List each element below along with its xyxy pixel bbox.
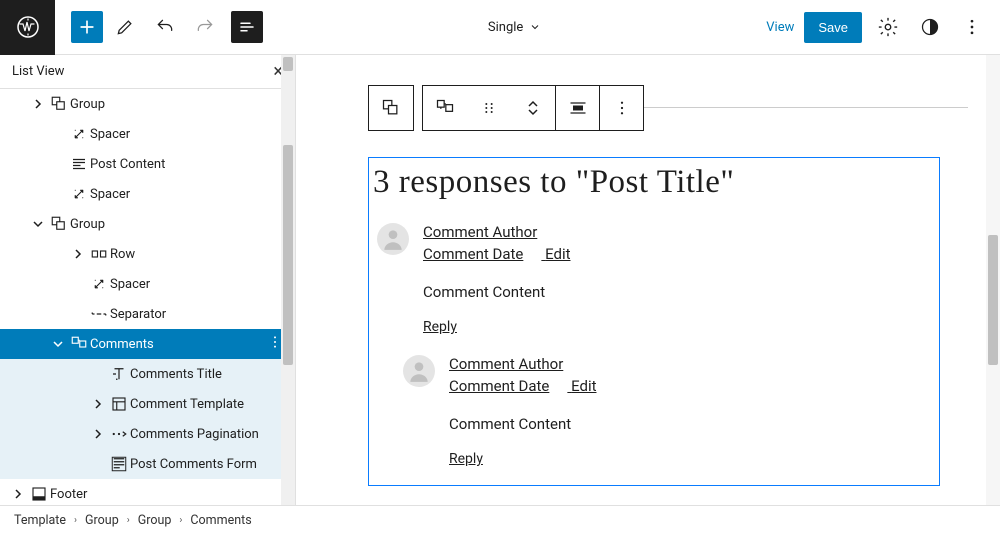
breadcrumb-item[interactable]: Group <box>85 513 119 528</box>
styles-icon[interactable] <box>914 9 946 45</box>
drag-handle-icon[interactable] <box>467 86 511 130</box>
view-link[interactable]: View <box>766 20 794 35</box>
comment-date[interactable]: Comment Date <box>449 377 549 395</box>
list-item-label: Post Content <box>90 157 287 172</box>
block-type-icon[interactable] <box>423 86 467 130</box>
parent-block-icon[interactable] <box>369 86 413 130</box>
spacer-icon <box>68 185 90 203</box>
settings-icon[interactable] <box>872 9 904 45</box>
chevron-right-icon[interactable] <box>8 489 28 499</box>
list-item-label: Comment Template <box>130 397 287 412</box>
breadcrumb-item[interactable]: Template <box>14 513 66 528</box>
list-item-label: Group <box>70 217 287 232</box>
list-item-separator[interactable]: Separator <box>0 299 295 329</box>
save-button[interactable]: Save <box>804 12 862 43</box>
list-view-scrollbar[interactable] <box>281 55 295 505</box>
separator-icon <box>88 305 110 323</box>
group-icon <box>48 95 70 113</box>
block-more-icon[interactable] <box>599 86 643 130</box>
comment-content: Comment Content <box>423 283 589 301</box>
comment-item: Comment Author Comment Date Edit Comment… <box>369 343 939 475</box>
comment-author[interactable]: Comment Author <box>423 223 537 241</box>
postcontent-icon <box>68 155 90 173</box>
list-item-label: Footer <box>50 487 287 502</box>
list-item-label: Row <box>110 247 287 262</box>
list-item-group[interactable]: Group <box>0 209 295 239</box>
list-item-spacer[interactable]: Spacer <box>0 269 295 299</box>
chevron-right-icon[interactable] <box>28 99 48 109</box>
undo-icon[interactable] <box>147 9 183 45</box>
chevron-right-icon[interactable] <box>68 249 88 259</box>
spacer-icon <box>88 275 110 293</box>
list-view-panel: List View × GroupSpacerPost ContentSpace… <box>0 55 296 505</box>
align-icon[interactable] <box>555 86 599 130</box>
add-block-button[interactable] <box>71 11 103 43</box>
footer-icon <box>28 485 50 503</box>
breadcrumb-item[interactable]: Group <box>138 513 172 528</box>
list-item-label: Spacer <box>90 187 287 202</box>
list-item-comment-template[interactable]: Comment Template <box>0 389 295 419</box>
comments-block[interactable]: 3 responses to "Post Title" Comment Auth… <box>368 157 940 486</box>
comments-title[interactable]: 3 responses to "Post Title" <box>369 158 939 211</box>
comment-reply-link[interactable]: Reply <box>423 319 589 335</box>
template-icon <box>108 395 130 413</box>
chevron-down-icon <box>529 21 541 33</box>
more-options-icon[interactable] <box>956 9 988 45</box>
list-item-spacer[interactable]: Spacer <box>0 119 295 149</box>
list-item-label: Comments <box>90 337 263 352</box>
wordpress-logo[interactable] <box>0 0 55 55</box>
edit-icon[interactable] <box>107 9 143 45</box>
comment-edit-link[interactable]: Edit <box>571 377 596 395</box>
comment-date[interactable]: Comment Date <box>423 245 523 263</box>
form-icon <box>108 455 130 473</box>
avatar-icon <box>403 355 435 387</box>
spacer-icon <box>68 125 90 143</box>
list-item-label: Spacer <box>110 277 287 292</box>
commentstitle-icon <box>108 365 130 383</box>
chevron-right-icon[interactable] <box>88 429 108 439</box>
list-item-comments-pagination[interactable]: Comments Pagination <box>0 419 295 449</box>
group-icon <box>48 215 70 233</box>
avatar-icon <box>377 223 409 255</box>
list-item-label: Group <box>70 97 287 112</box>
list-item-comments-title[interactable]: Comments Title <box>0 359 295 389</box>
template-name: Single <box>488 20 523 35</box>
chevron-right-icon: › <box>74 515 77 526</box>
list-item-comments[interactable]: Comments <box>0 329 295 359</box>
redo-icon[interactable] <box>187 9 223 45</box>
comments-icon <box>68 335 90 353</box>
row-icon <box>88 245 110 263</box>
breadcrumb-item[interactable]: Comments <box>190 513 251 528</box>
canvas-scrollbar[interactable] <box>986 55 1000 505</box>
list-item-group[interactable]: Group <box>0 89 295 119</box>
list-item-footer[interactable]: Footer <box>0 479 295 505</box>
move-up-down-icon[interactable] <box>511 86 555 130</box>
list-item-spacer[interactable]: Spacer <box>0 179 295 209</box>
template-selector[interactable]: Single <box>263 20 766 35</box>
list-item-post-content[interactable]: Post Content <box>0 149 295 179</box>
chevron-down-icon[interactable] <box>48 339 68 349</box>
pagination-icon <box>108 425 130 443</box>
breadcrumb: Template › Group › Group › Comments <box>0 505 1000 535</box>
list-view-title: List View <box>12 64 64 79</box>
comment-author[interactable]: Comment Author <box>449 355 563 373</box>
list-item-row[interactable]: Row <box>0 239 295 269</box>
list-item-label: Comments Pagination <box>130 427 287 442</box>
comment-content: Comment Content <box>449 415 615 433</box>
block-toolbar <box>368 85 644 131</box>
list-view-toggle-icon[interactable] <box>231 11 263 43</box>
editor-canvas: 3 responses to "Post Title" Comment Auth… <box>296 55 1000 505</box>
list-item-label: Post Comments Form <box>130 457 287 472</box>
list-item-post-comments-form[interactable]: Post Comments Form <box>0 449 295 479</box>
chevron-right-icon: › <box>179 515 182 526</box>
comment-reply-link[interactable]: Reply <box>449 451 615 467</box>
list-item-label: Spacer <box>90 127 287 142</box>
chevron-right-icon[interactable] <box>88 399 108 409</box>
chevron-right-icon: › <box>127 515 130 526</box>
comment-edit-link[interactable]: Edit <box>545 245 570 263</box>
list-item-label: Comments Title <box>130 367 287 382</box>
list-item-label: Separator <box>110 307 287 322</box>
comment-item: Comment Author Comment Date Edit Comment… <box>369 211 939 343</box>
chevron-down-icon[interactable] <box>28 219 48 229</box>
